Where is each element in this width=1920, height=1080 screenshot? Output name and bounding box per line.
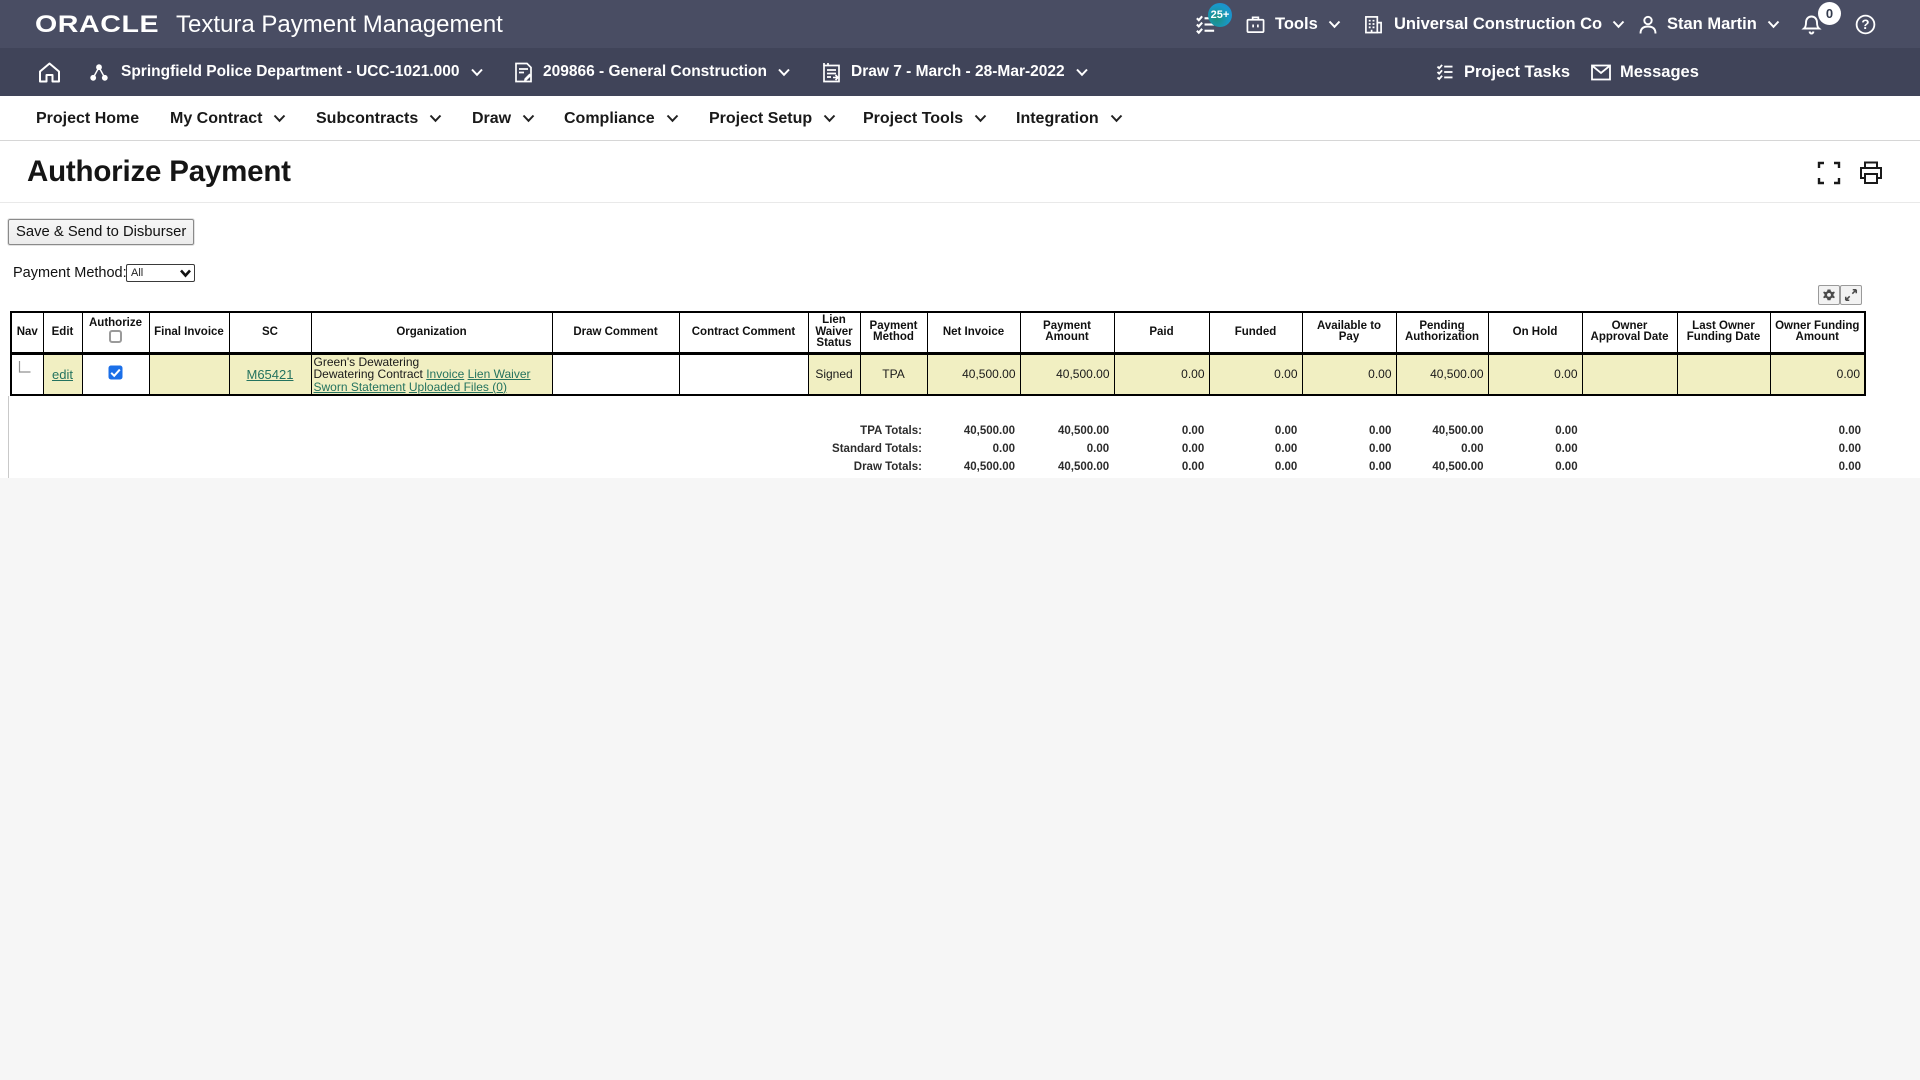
svg-text:?: ?: [1861, 17, 1869, 32]
